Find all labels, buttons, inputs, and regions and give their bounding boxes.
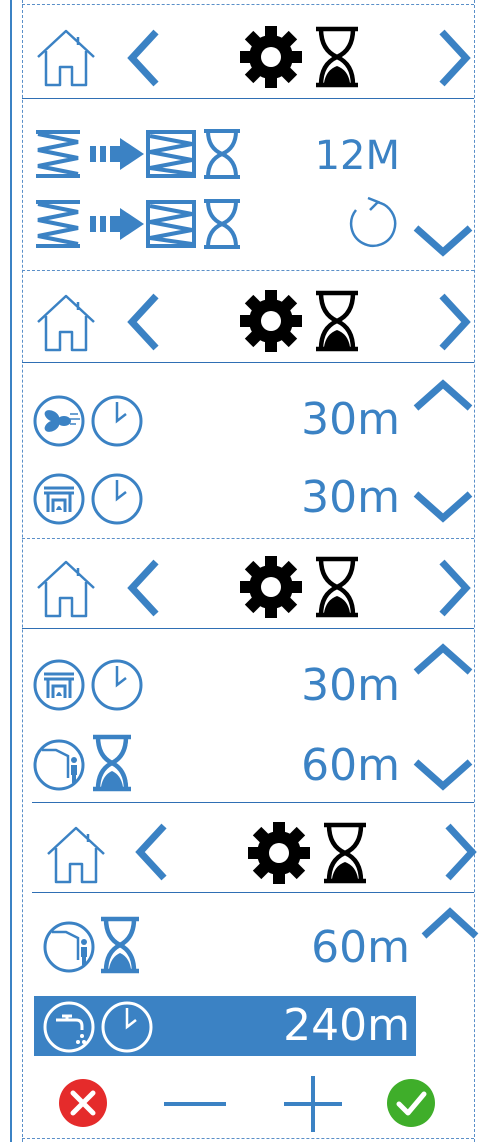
chevron-up-icon[interactable] xyxy=(412,378,474,414)
chevron-down-icon[interactable] xyxy=(412,488,474,524)
header-divider xyxy=(22,628,474,629)
chevron-left-icon[interactable] xyxy=(126,292,162,352)
frame-left-dash xyxy=(22,0,23,1142)
screen-separator xyxy=(32,802,474,803)
hourglass-icon xyxy=(316,556,358,618)
frame-left-line xyxy=(10,0,12,1142)
chevron-left-icon[interactable] xyxy=(134,822,170,882)
chevron-up-icon[interactable] xyxy=(420,906,480,942)
hourglass-icon xyxy=(101,916,139,974)
row-value: 60m xyxy=(301,740,400,791)
minus-icon[interactable] xyxy=(162,1084,228,1124)
fireplace-icon xyxy=(33,473,85,525)
occupancy-icon xyxy=(33,739,85,791)
filter-transfer-icon xyxy=(36,129,240,179)
header-divider xyxy=(22,98,474,99)
chevron-down-icon[interactable] xyxy=(412,222,474,258)
chevron-right-icon[interactable] xyxy=(436,558,472,618)
row-value: 240m xyxy=(283,1000,410,1051)
gear-icon xyxy=(240,26,302,88)
hourglass-icon xyxy=(316,26,358,88)
row-value: 12M xyxy=(314,133,400,179)
chevron-left-icon[interactable] xyxy=(126,28,162,88)
header-divider xyxy=(32,892,474,893)
chevron-right-icon[interactable] xyxy=(436,292,472,352)
frame-bottom-dash xyxy=(22,1138,474,1139)
home-icon[interactable] xyxy=(44,822,108,886)
fan-icon xyxy=(33,395,85,447)
row-value: 30m xyxy=(301,660,400,711)
chevron-left-icon[interactable] xyxy=(126,558,162,618)
plus-icon[interactable] xyxy=(282,1074,344,1134)
clock-icon xyxy=(91,659,143,711)
filter-transfer-icon xyxy=(36,199,240,249)
home-icon[interactable] xyxy=(34,290,98,354)
screen-separator xyxy=(22,538,474,539)
home-icon[interactable] xyxy=(34,25,98,89)
clock-icon xyxy=(91,395,143,447)
gear-icon xyxy=(248,822,310,884)
tap-icon xyxy=(43,1001,95,1053)
row-value: 30m xyxy=(301,394,400,445)
frame-right-dash xyxy=(474,0,475,1142)
screen-separator xyxy=(22,270,474,271)
chevron-right-icon[interactable] xyxy=(442,822,478,882)
row-value: 60m xyxy=(311,922,410,973)
occupancy-icon xyxy=(43,921,95,973)
confirm-icon[interactable] xyxy=(386,1078,436,1128)
refresh-icon[interactable] xyxy=(346,196,400,250)
hourglass-icon xyxy=(316,290,358,352)
gear-icon xyxy=(240,556,302,618)
frame-top-dash xyxy=(22,4,474,5)
home-icon[interactable] xyxy=(34,556,98,620)
hourglass-icon xyxy=(93,734,131,792)
gear-icon xyxy=(240,290,302,352)
chevron-right-icon[interactable] xyxy=(436,28,472,88)
clock-icon xyxy=(91,473,143,525)
cancel-icon[interactable] xyxy=(58,1078,108,1128)
chevron-up-icon[interactable] xyxy=(412,642,474,678)
chevron-down-icon[interactable] xyxy=(412,756,474,792)
hourglass-icon xyxy=(324,822,366,884)
fireplace-icon xyxy=(33,659,85,711)
header-divider xyxy=(22,362,474,363)
row-value: 30m xyxy=(301,472,400,523)
clock-icon xyxy=(101,1001,153,1053)
